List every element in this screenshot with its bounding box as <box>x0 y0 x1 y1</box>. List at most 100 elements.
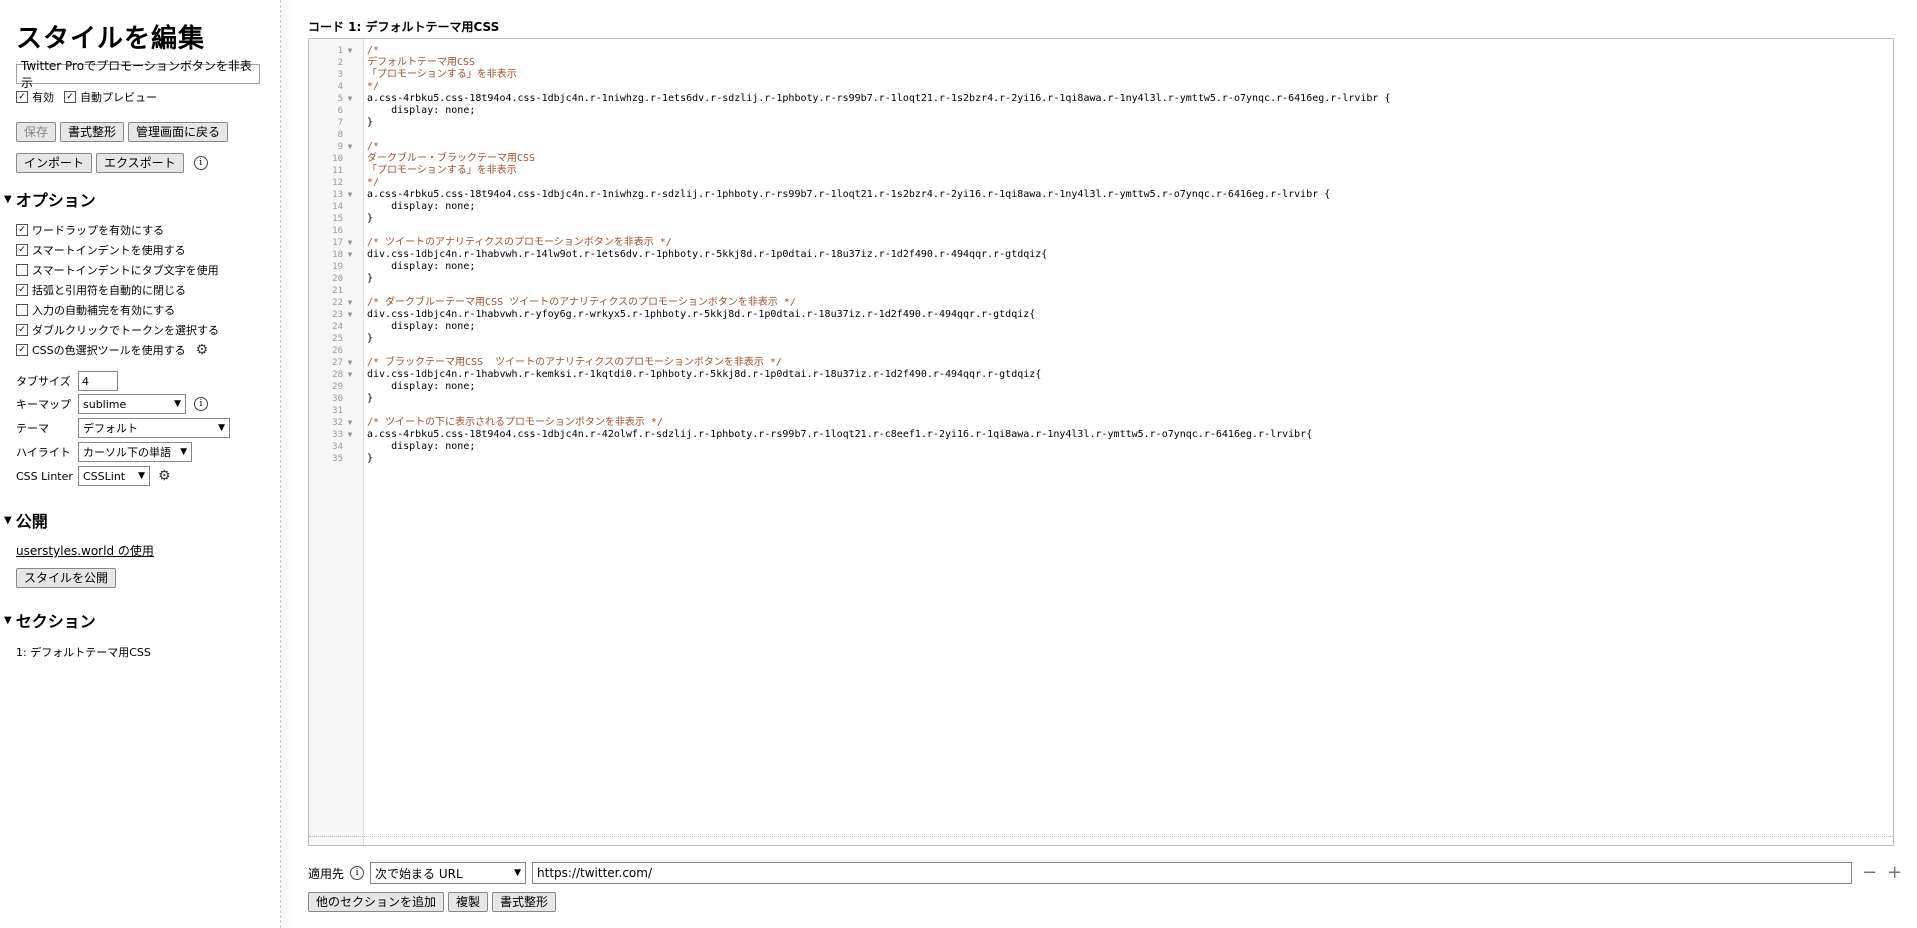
option-indent-with-tabs[interactable]: スマートインデントにタブ文字を使用 <box>16 260 219 280</box>
tab-size-input[interactable]: 4 <box>78 371 118 391</box>
code-line[interactable]: 8 <box>309 129 1893 141</box>
code-line[interactable]: 3 「プロモーションする」を非表示 <box>309 69 1893 81</box>
code-line[interactable]: 29 display: none; <box>309 381 1893 393</box>
dropdown-arrow-icon: ▼ <box>218 423 225 433</box>
userstyles-world-link[interactable]: userstyles.world の使用 <box>16 542 154 559</box>
code-line[interactable]: 23 ▼ div.css-1dbjc4n.r-1habvwh.r-yfoy6g.r-… <box>309 309 1893 321</box>
highlight-select[interactable]: カーソル下の単語 ▼ <box>78 442 192 462</box>
code-text: display: none; <box>367 261 476 272</box>
option-smart-indent[interactable]: ✓ スマートインデントを使用する <box>16 240 219 260</box>
sections-header[interactable]: ▼ セクション <box>4 608 96 632</box>
code-line[interactable]: 18 ▼ div.css-1dbjc4n.r-1habvwh.r-14lw9ot.r… <box>309 249 1893 261</box>
enabled-checkbox[interactable]: ✓ 有効 <box>16 89 54 105</box>
code-line[interactable]: 20} <box>309 273 1893 285</box>
fold-arrow-icon[interactable]: ▼ <box>343 357 357 369</box>
code-line[interactable]: 15} <box>309 213 1893 225</box>
code-line[interactable]: 2 デフォルトテーマ用CSS <box>309 57 1893 69</box>
code-line[interactable]: 31 <box>309 405 1893 417</box>
code-line[interactable]: 24 display: none; <box>309 321 1893 333</box>
code-text: } <box>367 213 374 224</box>
keymap-select[interactable]: sublime ▼ <box>78 394 186 414</box>
code-line[interactable]: 1 ▼ /* <box>309 45 1893 57</box>
linter-select[interactable]: CSSLint ▼ <box>78 466 150 486</box>
code-text: /* ブラックテーマ用CSS ツイートのアナリティクスのプロモーションボタンを非… <box>367 357 782 368</box>
code-editor[interactable]: 1 ▼/* 2 デフォルトテーマ用CSS 3 「プロモーションする」を非表示 4 */5 ▼ a.… <box>308 38 1894 846</box>
code-text: } <box>367 453 374 464</box>
publish-style-button[interactable]: スタイルを公開 <box>16 568 117 588</box>
code-line[interactable]: 14 display: none; <box>309 201 1893 213</box>
beautify-section-button[interactable]: 書式整形 <box>492 892 557 912</box>
fold-arrow-icon[interactable]: ▼ <box>343 93 357 105</box>
code-line[interactable]: 17 ▼ /* ツイートのアナリティクスのプロモーションボタンを非表示 */ <box>309 237 1893 249</box>
info-icon[interactable]: i <box>350 866 365 880</box>
fold-arrow-icon[interactable]: ▼ <box>343 369 357 381</box>
resize-handle[interactable] <box>309 836 1893 845</box>
plus-icon[interactable]: + <box>1887 864 1902 882</box>
code-line[interactable]: 19 display: none; <box>309 261 1893 273</box>
code-line[interactable]: 33 ▼ a.css-4rbku5.css-18t94o4.css-1dbjc4n.… <box>309 429 1893 441</box>
theme-select[interactable]: デフォルト ▼ <box>78 418 230 438</box>
code-line[interactable]: 16 <box>309 225 1893 237</box>
option-word-wrap[interactable]: ✓ ワードラップを有効にする <box>16 220 219 240</box>
fold-arrow-icon[interactable]: ▼ <box>343 249 357 261</box>
style-name-input[interactable]: Twitter Proでプロモーションボタンを非表示 <box>16 59 260 90</box>
code-line[interactable]: 13 ▼ a.css-4rbku5.css-18t94o4.css-1dbjc4n.… <box>309 189 1893 201</box>
line-number: 22 <box>332 298 343 308</box>
tab-size-row: タブサイズ 4 <box>16 371 118 391</box>
live-preview-checkbox[interactable]: ✓ 自動プレビュー <box>64 89 157 105</box>
code-line[interactable]: 27 ▼ /* ブラックテーマ用CSS ツイートのアナリティクスのプロモーションボタ… <box>309 357 1893 369</box>
clone-section-button[interactable]: 複製 <box>448 892 489 912</box>
publish-header[interactable]: ▼ 公開 <box>4 508 48 532</box>
fold-arrow-icon[interactable]: ▼ <box>343 189 357 201</box>
code-line[interactable]: 28 ▼ div.css-1dbjc4n.r-1habvwh.r-kemksi.r-… <box>309 369 1893 381</box>
fold-arrow-icon[interactable]: ▼ <box>343 417 357 429</box>
code-line[interactable]: 10 ダークブルー・ブラックテーマ用CSS <box>309 153 1893 165</box>
back-to-manager-button[interactable]: 管理画面に戻る <box>128 122 229 142</box>
code-line[interactable]: 32 ▼ /* ツイートの下に表示されるプロモーションボタンを非表示 */ <box>309 417 1893 429</box>
code-line[interactable]: 25} <box>309 333 1893 345</box>
option-select-by-token[interactable]: ✓ ダブルクリックでトークンを選択する <box>16 320 219 340</box>
option-auto-close-brackets[interactable]: ✓ 括弧と引用符を自動的に閉じる <box>16 280 219 300</box>
code-line[interactable]: 34 display: none; <box>309 441 1893 453</box>
option-color-picker[interactable]: ✓ CSSの色選択ツールを使用する ⚙ <box>16 340 219 360</box>
code-line[interactable]: 22 ▼ /* ダークブルーテーマ用CSS ツイートのアナリティクスのプロモーション… <box>309 297 1893 309</box>
code-line[interactable]: 21 <box>309 285 1893 297</box>
save-button[interactable]: 保存 <box>16 122 57 142</box>
minus-icon[interactable]: − <box>1862 864 1877 882</box>
apply-type-select[interactable]: 次で始まる URL ▼ <box>370 862 527 884</box>
option-autocomplete[interactable]: 入力の自動補完を有効にする <box>16 300 219 320</box>
apply-url-input[interactable]: https://twitter.com/ <box>532 862 1853 884</box>
info-icon[interactable]: i <box>193 156 208 170</box>
code-line[interactable]: 7} <box>309 117 1893 129</box>
code-line[interactable]: 6 display: none; <box>309 105 1893 117</box>
section-list-item[interactable]: 1: デフォルトテーマ用CSS <box>16 644 151 660</box>
code-line[interactable]: 9 ▼ /* <box>309 141 1893 153</box>
dropdown-arrow-icon: ▼ <box>138 471 145 481</box>
beautify-button[interactable]: 書式整形 <box>60 122 125 142</box>
code-line[interactable]: 35} <box>309 453 1893 465</box>
code-line[interactable]: 5 ▼ a.css-4rbku5.css-18t94o4.css-1dbjc4n.r… <box>309 93 1893 105</box>
fold-arrow-icon[interactable]: ▼ <box>343 45 357 57</box>
fold-arrow-icon[interactable]: ▼ <box>343 309 357 321</box>
options-header[interactable]: ▼ オプション <box>4 187 96 211</box>
add-section-button[interactable]: 他のセクションを追加 <box>308 892 445 912</box>
fold-arrow-icon[interactable]: ▼ <box>343 237 357 249</box>
info-icon[interactable]: i <box>194 397 208 411</box>
gear-icon[interactable]: ⚙ <box>158 469 171 483</box>
code-line[interactable]: 12 */ <box>309 177 1893 189</box>
code-line[interactable]: 4 */ <box>309 81 1893 93</box>
import-button[interactable]: インポート <box>16 153 93 173</box>
fold-arrow-icon[interactable]: ▼ <box>343 297 357 309</box>
code-line[interactable]: 26 <box>309 345 1893 357</box>
fold-arrow-icon[interactable]: ▼ <box>343 429 357 441</box>
code-line[interactable]: 30} <box>309 393 1893 405</box>
fold-arrow-icon[interactable]: ▼ <box>343 141 357 153</box>
code-line[interactable]: 11 「プロモーションする」を非表示 <box>309 165 1893 177</box>
export-button[interactable]: エクスポート <box>96 153 184 173</box>
gear-icon[interactable]: ⚙ <box>196 343 209 357</box>
page-title: スタイルを編集 <box>16 24 206 54</box>
